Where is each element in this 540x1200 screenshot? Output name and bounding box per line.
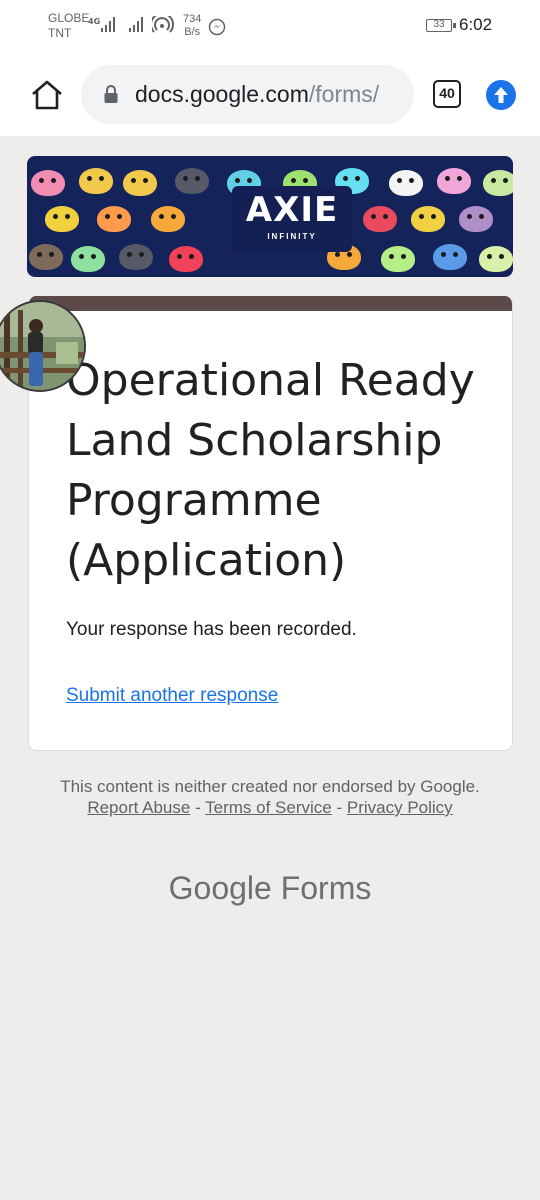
response-recorded-message: Your response has been recorded. <box>66 619 357 640</box>
url-host: docs.google.com <box>135 81 309 107</box>
signal-4g-icon: 4G <box>88 17 115 32</box>
svg-text:4G: 4G <box>88 17 100 26</box>
logo-subtitle: INFINITY <box>267 232 317 241</box>
update-button[interactable] <box>486 80 516 110</box>
home-icon[interactable] <box>30 79 64 111</box>
axie-creature <box>381 246 415 272</box>
url-text[interactable]: docs.google.com/forms/ <box>135 81 410 108</box>
network-speed: 734 B/s <box>183 13 201 39</box>
terms-of-service-link[interactable]: Terms of Service <box>205 798 332 817</box>
axie-creature <box>79 168 113 194</box>
axie-creature <box>411 206 445 232</box>
card-accent-bar <box>29 296 512 311</box>
axie-creature <box>175 168 209 194</box>
disclaimer-text: This content is neither created nor endo… <box>60 777 480 796</box>
axie-creature <box>483 170 513 196</box>
axie-creature <box>363 206 397 232</box>
axie-creature <box>97 206 131 232</box>
lock-icon[interactable] <box>103 85 119 105</box>
axie-creature <box>433 244 467 270</box>
carrier-label: GLOBE TNT <box>48 11 89 41</box>
footer-disclaimer: This content is neither created nor endo… <box>60 776 480 818</box>
axie-creature <box>123 170 157 196</box>
axie-creature <box>151 206 185 232</box>
arrow-up-icon <box>494 87 508 103</box>
address-bar[interactable]: docs.google.com/forms/ <box>81 65 414 124</box>
axie-creature <box>169 246 203 272</box>
confirmation-card: Operational Ready Land Scholarship Progr… <box>28 296 513 751</box>
logo-word: AXIE <box>245 190 339 230</box>
footer-separator: - <box>331 798 347 817</box>
privacy-policy-link[interactable]: Privacy Policy <box>347 798 453 817</box>
form-title: Operational Ready Land Scholarship Progr… <box>66 355 475 586</box>
axie-infinity-logo: AXIE INFINITY <box>232 186 352 252</box>
axie-creature <box>459 206 493 232</box>
carrier-line-1: GLOBE <box>48 11 90 25</box>
axie-creature <box>437 168 471 194</box>
messenger-icon <box>208 18 226 36</box>
google-wordmark: Google <box>168 870 272 906</box>
axie-creature <box>119 244 153 270</box>
hotspot-icon <box>152 16 174 33</box>
tab-switcher-button[interactable]: 40 <box>433 80 461 108</box>
axie-creature <box>45 206 79 232</box>
report-abuse-link[interactable]: Report Abuse <box>87 798 190 817</box>
axie-creature <box>29 244 63 270</box>
battery-icon: 33 <box>426 19 456 32</box>
speed-value: 734 <box>183 13 202 25</box>
axie-creature <box>479 246 513 272</box>
forms-wordmark: Forms <box>280 870 372 906</box>
browser-toolbar: docs.google.com/forms/ 40 <box>0 52 540 136</box>
clock: 6:02 <box>459 15 493 34</box>
submit-another-response-link[interactable]: Submit another response <box>66 685 278 707</box>
speed-unit: B/s <box>184 26 201 38</box>
signal-bars-icon <box>129 17 143 32</box>
url-path: /forms/ <box>308 81 380 107</box>
footer-separator: - <box>190 798 206 817</box>
google-forms-logo[interactable]: Google Forms <box>0 870 540 907</box>
axie-creature <box>31 170 65 196</box>
status-bar: GLOBE TNT 4G 734 B/s 33 6:02 <box>0 0 540 52</box>
axie-creature <box>71 246 105 272</box>
axie-creature <box>389 170 423 196</box>
form-header-banner: AXIE INFINITY <box>27 156 513 277</box>
carrier-line-2: TNT <box>48 26 72 40</box>
